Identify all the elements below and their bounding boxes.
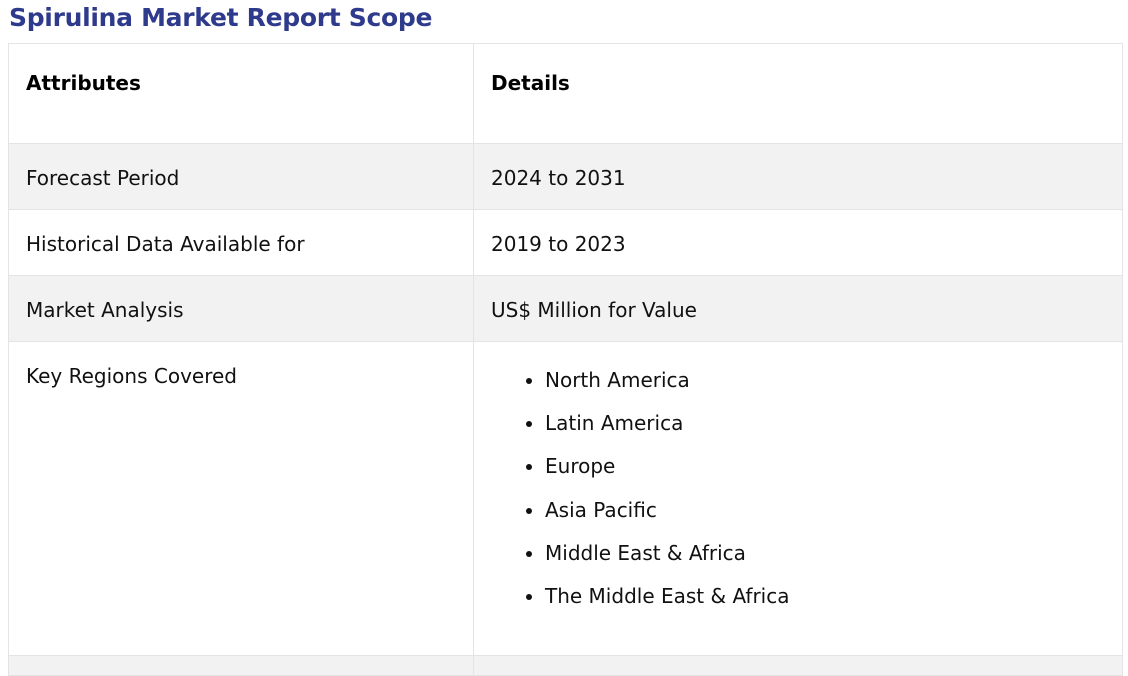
- table-row: Forecast Period 2024 to 2031: [8, 143, 1123, 210]
- list-item: Middle East & Africa: [545, 540, 1122, 583]
- column-header-details: Details: [473, 43, 1123, 144]
- table-header-row: Attributes Details: [8, 43, 1123, 144]
- detail-cell: North America Latin America Europe Asia …: [473, 341, 1123, 656]
- detail-cell: 2019 to 2023: [473, 209, 1123, 276]
- detail-cell: [473, 655, 1123, 676]
- attribute-cell: Historical Data Available for: [8, 209, 474, 276]
- list-item: Asia Pacific: [545, 497, 1122, 540]
- attribute-cell: [8, 655, 474, 676]
- report-scope-table: Attributes Details Forecast Period 2024 …: [8, 43, 1123, 676]
- table-row: [8, 655, 1123, 676]
- region-list: North America Latin America Europe Asia …: [491, 367, 1122, 626]
- detail-cell: US$ Million for Value: [473, 275, 1123, 342]
- list-item: Europe: [545, 453, 1122, 496]
- list-item: North America: [545, 367, 1122, 410]
- detail-cell: 2024 to 2031: [473, 143, 1123, 210]
- page-title: Spirulina Market Report Scope: [9, 3, 433, 32]
- list-item: The Middle East & Africa: [545, 583, 1122, 626]
- table-row-regions: Key Regions Covered North America Latin …: [8, 341, 1123, 656]
- table-row: Historical Data Available for 2019 to 20…: [8, 209, 1123, 276]
- attribute-cell: Key Regions Covered: [8, 341, 474, 656]
- attribute-cell: Market Analysis: [8, 275, 474, 342]
- attribute-cell: Forecast Period: [8, 143, 474, 210]
- list-item: Latin America: [545, 410, 1122, 453]
- column-header-attributes: Attributes: [8, 43, 474, 144]
- table-row: Market Analysis US$ Million for Value: [8, 275, 1123, 342]
